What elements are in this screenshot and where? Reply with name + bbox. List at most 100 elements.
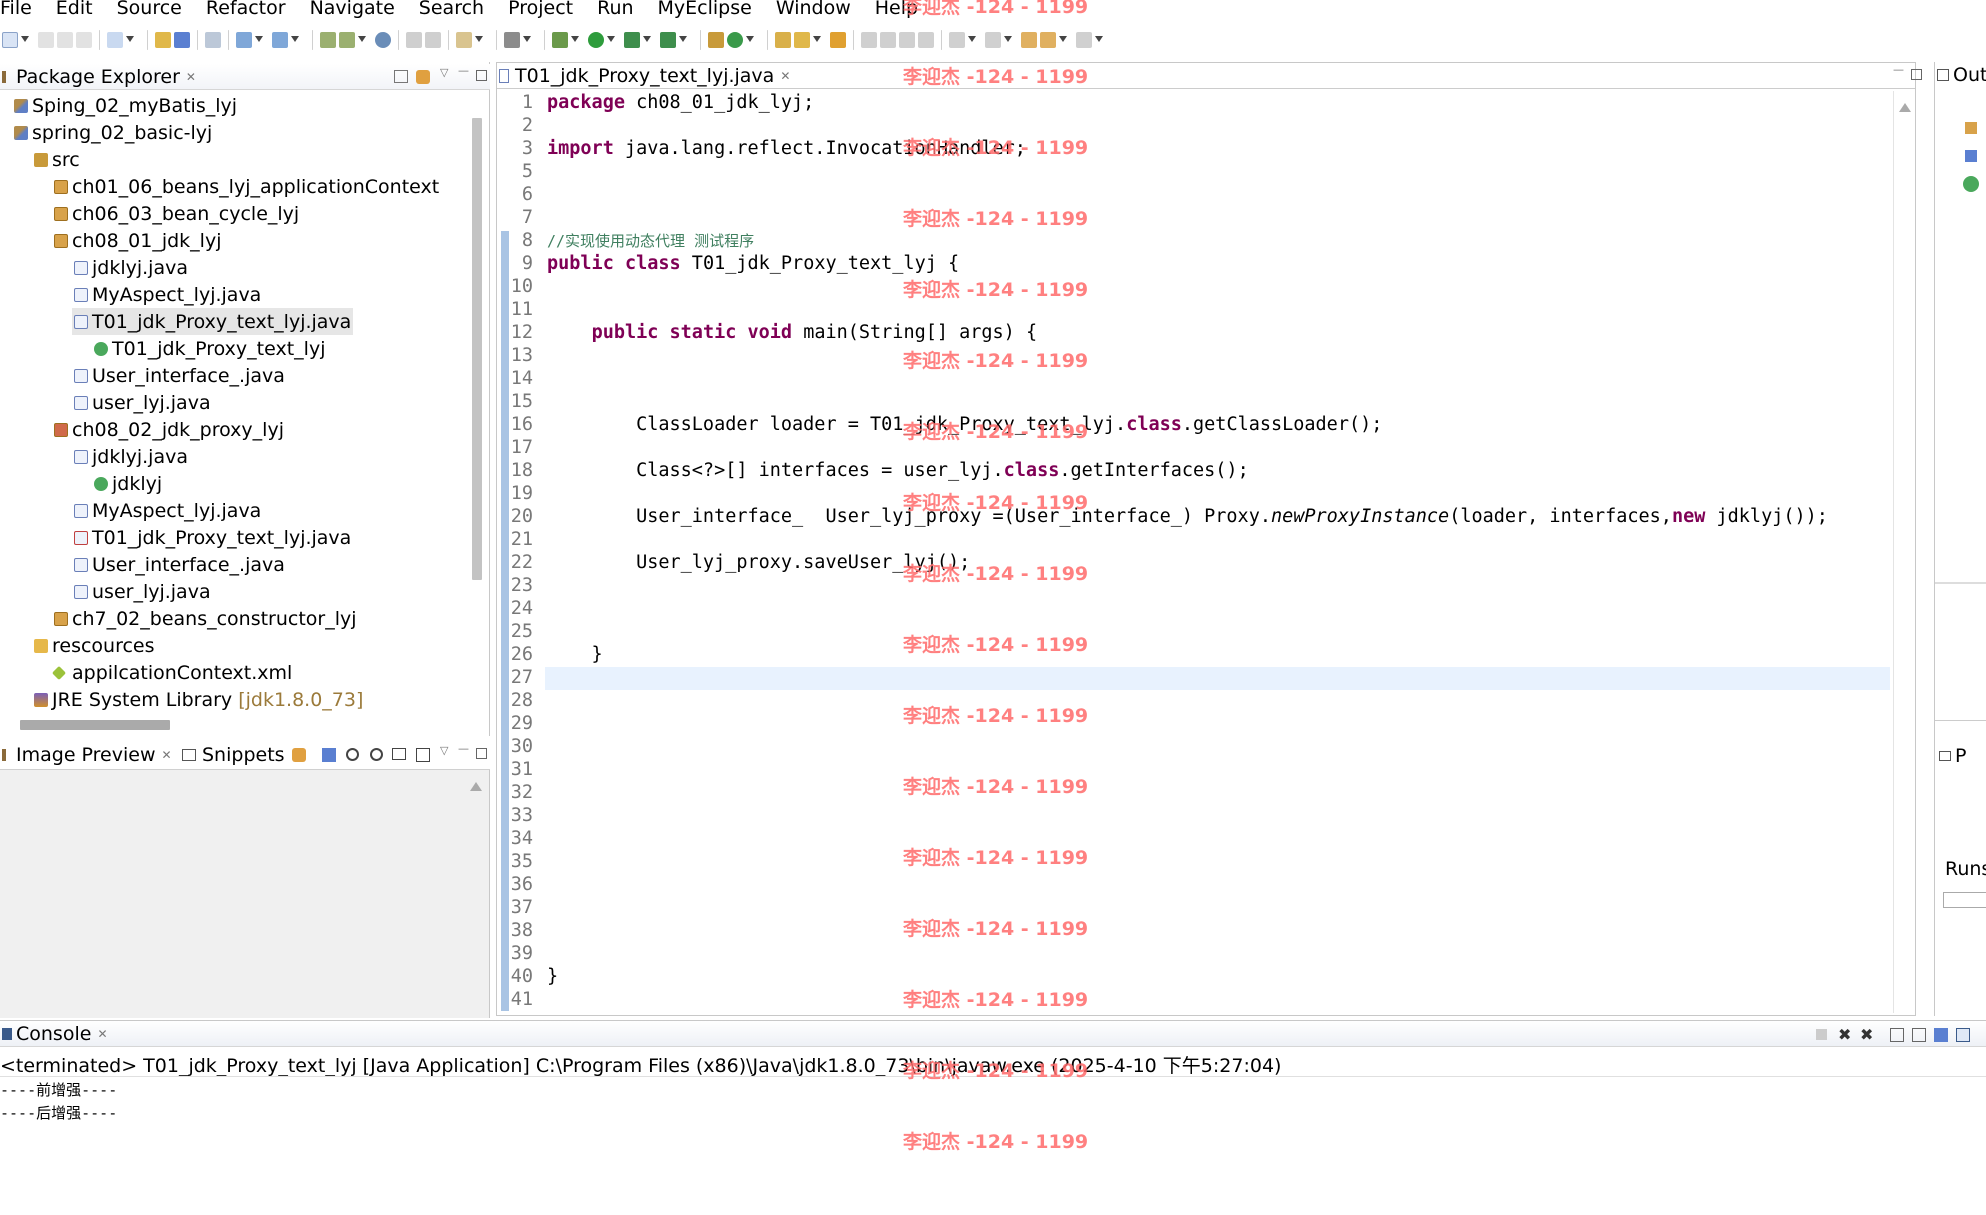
tab-snippets[interactable]: Snippets (182, 743, 285, 767)
close-icon[interactable]: ✕ (97, 1027, 107, 1041)
code-line[interactable]: 23 (497, 574, 1915, 597)
code-line[interactable]: 33 (497, 804, 1915, 827)
save-all-icon[interactable] (57, 32, 73, 48)
tree-item[interactable]: ch08_02_jdk_proxy_lyj (54, 416, 284, 443)
actual-size-icon[interactable] (392, 748, 406, 760)
code-line[interactable]: 14 (497, 367, 1915, 390)
code-line[interactable]: 26 } (497, 643, 1915, 666)
chevron-down-icon[interactable] (126, 36, 134, 44)
runs-field[interactable] (1943, 892, 1986, 908)
zoom-out-icon[interactable] (346, 748, 359, 761)
tree-item[interactable]: jdklyj.java (74, 443, 188, 470)
editor-overview-ruler[interactable] (1893, 91, 1915, 1013)
forward-icon[interactable] (1076, 32, 1092, 48)
tree-item[interactable]: T01_jdk_Proxy_text_lyj (94, 335, 325, 362)
code-line[interactable]: 30 (497, 735, 1915, 758)
view-menu-icon[interactable]: ▽ (440, 66, 448, 79)
scroll-lock-icon[interactable] (1912, 1028, 1926, 1042)
next-annotation-icon[interactable] (949, 32, 965, 48)
code-line[interactable]: 18 Class<?>[] interfaces = user_lyj.clas… (497, 459, 1915, 482)
horizontal-scrollbar[interactable] (20, 720, 170, 730)
save-icon[interactable] (38, 32, 54, 48)
print-icon[interactable] (76, 32, 92, 48)
code-line[interactable]: 21 (497, 528, 1915, 551)
tab-package-explorer[interactable]: Package Explorer ✕ (2, 65, 196, 89)
history-icon[interactable] (425, 32, 441, 48)
tree-item[interactable]: ch08_01_jdk_lyj (54, 227, 222, 254)
tree-item[interactable]: appilcationContext.xml (51, 659, 292, 686)
chevron-down-icon[interactable] (21, 36, 29, 44)
tree-item[interactable]: src (34, 146, 80, 173)
chevron-down-icon[interactable] (571, 36, 579, 44)
chevron-down-icon[interactable] (1095, 36, 1103, 44)
fit-icon[interactable] (416, 748, 430, 762)
code-line[interactable]: 19 (497, 482, 1915, 505)
display-console-icon[interactable] (1956, 1028, 1970, 1042)
code-line[interactable]: 15 (497, 390, 1915, 413)
edit-icon[interactable] (406, 32, 422, 48)
menu-window[interactable]: Window (776, 0, 861, 18)
chevron-down-icon[interactable] (291, 36, 299, 44)
code-line[interactable]: 28 (497, 689, 1915, 712)
remove-all-icon[interactable]: ✖ (1860, 1025, 1873, 1044)
scroll-up-icon[interactable] (1899, 103, 1911, 112)
chevron-down-icon[interactable] (968, 36, 976, 44)
code-line[interactable]: 29 (497, 712, 1915, 735)
code-line[interactable]: 3 import java.lang.reflect.InvocationHand… (497, 137, 1915, 160)
menu-file[interactable]: File (0, 0, 42, 18)
terminate-icon[interactable] (1816, 1029, 1827, 1040)
tree-item[interactable]: MyAspect_lyj.java (74, 281, 261, 308)
last-edit-icon[interactable] (1021, 32, 1037, 48)
chevron-down-icon[interactable] (255, 36, 263, 44)
tree-item[interactable]: user_lyj.java (74, 389, 211, 416)
code-line[interactable]: 1 package ch08_01_jdk_lyj; (497, 91, 1915, 114)
chevron-down-icon[interactable] (679, 36, 687, 44)
tree-item[interactable]: spring_02_basic-lyj (14, 119, 212, 146)
chevron-down-icon[interactable] (523, 36, 531, 44)
chevron-down-icon[interactable] (607, 36, 615, 44)
chevron-down-icon[interactable] (746, 36, 754, 44)
code-line[interactable]: 25 (497, 620, 1915, 643)
tree-item[interactable]: JRE System Library [jdk1.8.0_73] (34, 686, 363, 713)
code-line[interactable]: 36 (497, 873, 1915, 896)
chevron-down-icon[interactable] (813, 36, 821, 44)
debug-icon[interactable] (552, 32, 568, 48)
close-icon[interactable]: ✕ (186, 70, 196, 84)
minimize-icon[interactable]: — (1893, 63, 1904, 76)
chevron-down-icon[interactable] (1004, 36, 1012, 44)
code-line[interactable]: 27 (497, 666, 1915, 689)
code-line[interactable]: 37 (497, 896, 1915, 919)
tab-console[interactable]: Console ✕ (2, 1022, 108, 1046)
menu-source[interactable]: Source (117, 0, 192, 18)
image-icon[interactable] (322, 748, 336, 762)
new-java-project-icon[interactable] (708, 32, 724, 48)
code-line[interactable]: 38 (497, 919, 1915, 942)
tree-item[interactable]: MyAspect_lyj.java (74, 497, 261, 524)
build-icon[interactable] (320, 32, 336, 48)
camera-icon[interactable] (504, 32, 520, 48)
code-line[interactable]: 40} (497, 965, 1915, 988)
remove-launch-icon[interactable]: ✖ (1838, 1025, 1851, 1044)
tree-item[interactable]: jdklyj (94, 470, 162, 497)
new-class-icon[interactable] (727, 32, 743, 48)
code-line[interactable]: 31 (497, 758, 1915, 781)
window-icon[interactable] (456, 32, 472, 48)
tree-item[interactable]: user_lyj.java (74, 578, 211, 605)
code-line[interactable]: 6 (497, 183, 1915, 206)
pin-console-icon[interactable] (1934, 1028, 1948, 1042)
menu-myeclipse[interactable]: MyEclipse (658, 0, 762, 18)
tree-item[interactable]: ch06_03_bean_cycle_lyj (54, 200, 299, 227)
code-line[interactable]: 7 (497, 206, 1915, 229)
minimize-icon[interactable]: — (458, 742, 469, 755)
annotation-icon[interactable] (861, 32, 877, 48)
open-resource-icon[interactable] (174, 32, 190, 48)
block-icon[interactable] (899, 32, 915, 48)
menu-edit[interactable]: Edit (56, 0, 103, 18)
code-line[interactable]: 17 (497, 436, 1915, 459)
tab-outline[interactable]: Out (1937, 63, 1986, 87)
terminal-icon[interactable] (205, 32, 221, 48)
open-type-icon[interactable] (155, 32, 171, 48)
maximize-icon[interactable] (1911, 69, 1922, 80)
code-line[interactable]: 2 (497, 114, 1915, 137)
prev-annotation-icon[interactable] (985, 32, 1001, 48)
